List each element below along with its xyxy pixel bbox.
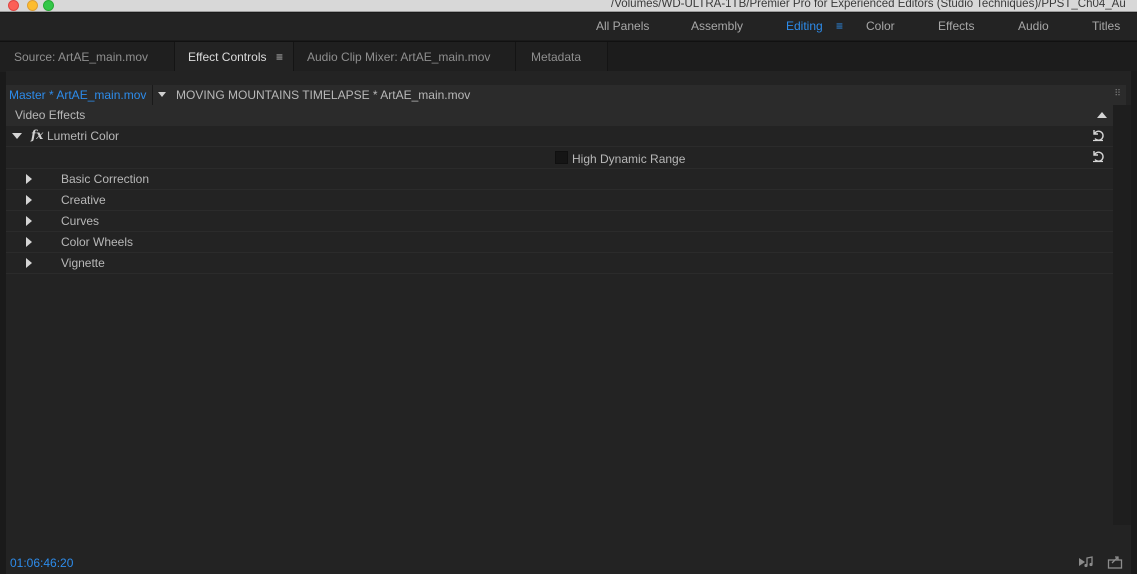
workspace-menu-icon[interactable]: ≡: [836, 19, 843, 33]
group-label: Curves: [61, 214, 100, 228]
effect-group-curves[interactable]: Curves: [6, 211, 1113, 232]
window-title: /Volumes/WD-ULTRA-1TB/Premier Pro for Ex…: [611, 0, 1126, 10]
window-titlebar: /Volumes/WD-ULTRA-1TB/Premier Pro for Ex…: [0, 0, 1137, 12]
effect-list: Video Effects fx Lumetri Color High Dyna…: [6, 105, 1113, 525]
master-clip-label[interactable]: Master * ArtAE_main.mov: [9, 88, 146, 102]
collapse-up-icon[interactable]: [1097, 112, 1107, 118]
close-window-button[interactable]: [8, 0, 19, 11]
panel-tab-bar: Source: ArtAE_main.mov Effect Controls ≡…: [0, 41, 1137, 72]
effect-name: Lumetri Color: [47, 129, 120, 143]
workspace-editing[interactable]: Editing: [786, 19, 823, 33]
effect-group-basic-correction[interactable]: Basic Correction: [6, 169, 1113, 190]
tab-metadata[interactable]: Metadata: [516, 42, 608, 72]
clip-divider: [152, 85, 153, 105]
workspace-bar: All Panels Assembly Editing ≡ Color Effe…: [0, 13, 1137, 40]
fx-icon[interactable]: fx: [31, 128, 43, 142]
panel-resize-grip-icon[interactable]: ⠿: [1114, 88, 1121, 99]
reset-icon[interactable]: [1091, 128, 1105, 145]
tab-label: Effect Controls: [188, 50, 267, 64]
workspace-all-panels[interactable]: All Panels: [596, 19, 649, 33]
disclosure-triangle-icon[interactable]: [26, 258, 32, 268]
vertical-scrollbar[interactable]: [1113, 105, 1131, 525]
video-effects-header: Video Effects: [6, 105, 1113, 126]
sequence-clip-label[interactable]: MOVING MOUNTAINS TIMELAPSE * ArtAE_main.…: [176, 88, 470, 102]
effect-row-hdr: High Dynamic Range: [6, 147, 1113, 169]
effect-row-lumetri: fx Lumetri Color: [6, 126, 1113, 147]
tab-source[interactable]: Source: ArtAE_main.mov: [0, 42, 175, 72]
disclosure-triangle-icon[interactable]: [26, 195, 32, 205]
workspace-color[interactable]: Color: [866, 19, 895, 33]
workspace-audio[interactable]: Audio: [1018, 19, 1049, 33]
clip-selector-bar: Master * ArtAE_main.mov MOVING MOUNTAINS…: [6, 85, 1126, 105]
reset-icon[interactable]: [1091, 149, 1105, 166]
workspace-effects[interactable]: Effects: [938, 19, 974, 33]
minimize-window-button[interactable]: [27, 0, 38, 11]
group-label: Vignette: [61, 256, 105, 270]
group-label: Creative: [61, 193, 106, 207]
group-label: Basic Correction: [61, 172, 150, 186]
effect-group-color-wheels[interactable]: Color Wheels: [6, 232, 1113, 253]
effect-controls-panel: Master * ArtAE_main.mov MOVING MOUNTAINS…: [6, 71, 1131, 574]
play-audio-icon[interactable]: [1078, 556, 1094, 571]
disclosure-triangle-icon[interactable]: [26, 174, 32, 184]
panel-footer-icons: [1068, 555, 1123, 572]
sequence-clip-dropdown-icon[interactable]: [158, 92, 166, 97]
panel-menu-icon[interactable]: ≡: [276, 50, 283, 64]
hdr-checkbox[interactable]: [555, 151, 568, 164]
workspace-titles[interactable]: Titles: [1092, 19, 1120, 33]
tab-label: Source: ArtAE_main.mov: [14, 50, 149, 64]
group-label: Color Wheels: [61, 235, 134, 249]
tab-audio-clip-mixer[interactable]: Audio Clip Mixer: ArtAE_main.mov: [294, 42, 516, 72]
hdr-label: High Dynamic Range: [572, 152, 686, 166]
workspace-assembly[interactable]: Assembly: [691, 19, 743, 33]
tab-label: Audio Clip Mixer: ArtAE_main.mov: [307, 50, 491, 64]
video-effects-label: Video Effects: [15, 108, 86, 122]
disclosure-triangle-icon[interactable]: [26, 216, 32, 226]
disclosure-triangle-icon[interactable]: [12, 133, 22, 139]
effect-group-vignette[interactable]: Vignette: [6, 253, 1113, 274]
playhead-timecode[interactable]: 01:06:46:20: [10, 556, 73, 570]
zoom-window-button[interactable]: [43, 0, 54, 11]
effect-group-creative[interactable]: Creative: [6, 190, 1113, 211]
disclosure-triangle-icon[interactable]: [26, 237, 32, 247]
export-icon[interactable]: [1107, 555, 1123, 572]
tab-label: Metadata: [531, 50, 582, 64]
